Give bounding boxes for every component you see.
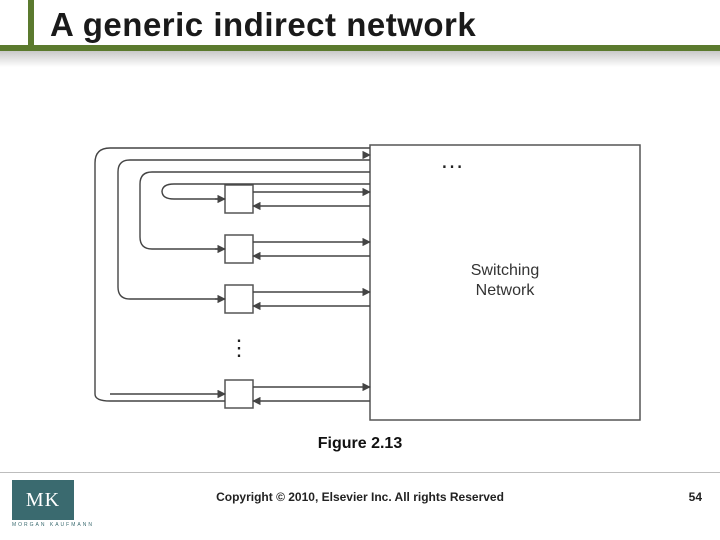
logo-initials: MK — [26, 489, 60, 512]
title-accent-vertical — [28, 0, 34, 45]
publisher-logo: MK MORGAN KAUFMANN — [12, 480, 107, 535]
node-1 — [225, 185, 253, 213]
logo-badge: MK — [12, 480, 74, 520]
network-diagram: Switching Network … ⋮ — [70, 100, 650, 425]
ellipsis-left: ⋮ — [228, 335, 250, 360]
switching-label-line1: Switching — [471, 262, 539, 279]
ellipsis-top: … — [440, 147, 470, 174]
node-4 — [225, 380, 253, 408]
title-gradient — [0, 51, 720, 67]
logo-publisher-name: MORGAN KAUFMANN — [12, 522, 107, 528]
copyright-text: Copyright © 2010, Elsevier Inc. All righ… — [0, 490, 720, 504]
page-number: 54 — [689, 490, 702, 504]
footer-divider — [0, 472, 720, 473]
node-2 — [225, 235, 253, 263]
figure-caption: Figure 2.13 — [0, 435, 720, 453]
switching-label-line2: Network — [476, 282, 536, 299]
node-3 — [225, 285, 253, 313]
nested-3 — [118, 160, 370, 299]
slide-title: A generic indirect network — [50, 6, 476, 44]
